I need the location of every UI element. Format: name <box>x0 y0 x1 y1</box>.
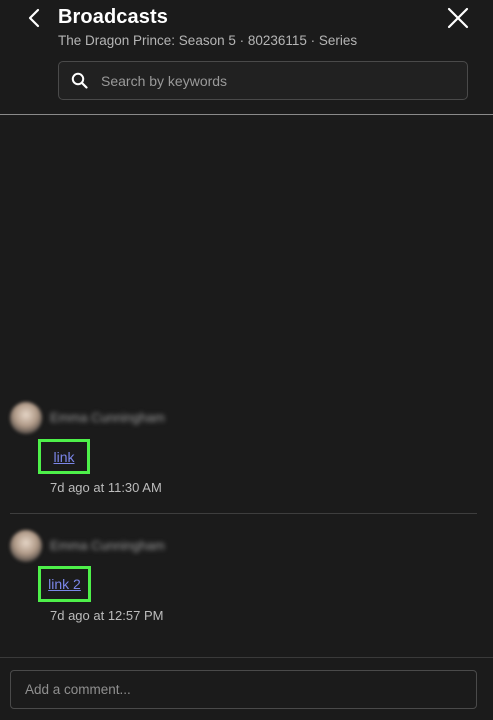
avatar <box>10 402 42 434</box>
search-icon <box>71 72 89 90</box>
back-button[interactable] <box>22 6 46 30</box>
message-timestamp: 7d ago at 12:57 PM <box>50 608 164 623</box>
link-highlight: link 2 <box>38 566 91 602</box>
message-divider <box>10 513 477 514</box>
link-highlight: link <box>38 439 90 474</box>
comment-box[interactable] <box>10 670 477 709</box>
page-subtitle: The Dragon Prince: Season 5 · 80236115 ·… <box>58 33 358 48</box>
header-divider <box>0 114 493 115</box>
close-icon <box>447 7 469 29</box>
search-box[interactable] <box>58 61 468 100</box>
message-timestamp: 7d ago at 11:30 AM <box>50 480 162 495</box>
search-input[interactable] <box>99 71 443 90</box>
message-link[interactable]: link 2 <box>48 576 81 592</box>
avatar <box>10 530 42 562</box>
footer-divider <box>0 657 493 658</box>
message-link[interactable]: link <box>53 449 74 465</box>
message-author: Emma Cunningham <box>50 410 165 425</box>
broadcasts-panel: Broadcasts The Dragon Prince: Season 5 ·… <box>0 0 493 720</box>
message-author: Emma Cunningham <box>50 538 165 553</box>
page-title: Broadcasts <box>58 6 168 28</box>
comment-input[interactable] <box>23 681 467 698</box>
chevron-left-icon <box>28 8 40 28</box>
close-button[interactable] <box>444 4 472 32</box>
